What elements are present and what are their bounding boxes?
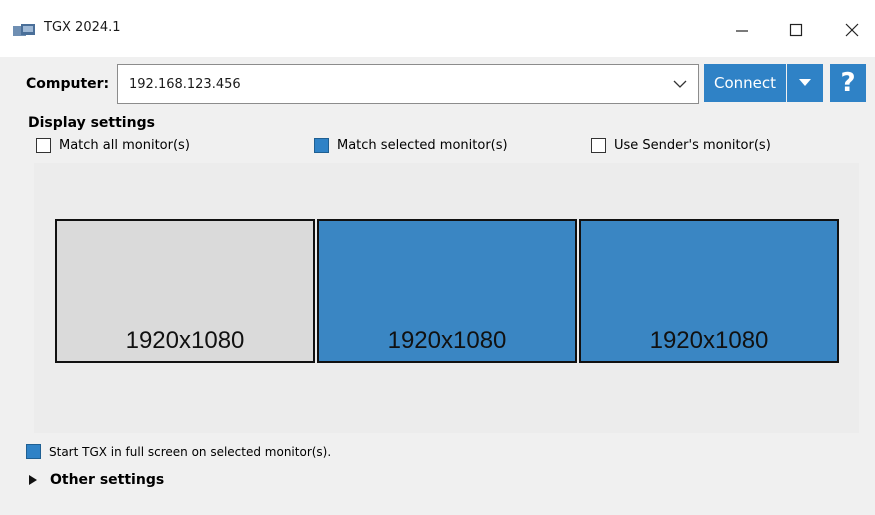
fullscreen-label: Start TGX in full screen on selected mon… (49, 444, 332, 459)
match-all-monitors-label: Match all monitor(s) (59, 137, 190, 153)
app-window: TGX 2024.1 Computer: 192.168.123.456 Con… (0, 0, 875, 515)
use-sender-monitors-checkbox[interactable] (591, 137, 606, 153)
window-title: TGX 2024.1 (44, 20, 121, 35)
title-bar[interactable]: TGX 2024.1 (0, 0, 875, 57)
minimize-button[interactable] (720, 12, 764, 48)
match-selected-monitors-checkbox[interactable] (314, 137, 329, 153)
other-settings-expander[interactable]: Other settings (28, 472, 164, 488)
use-sender-monitors-label: Use Sender's monitor(s) (614, 137, 771, 153)
match-all-monitors-option[interactable]: Match all monitor(s) (36, 136, 190, 154)
display-settings-title: Display settings (28, 115, 155, 131)
match-all-monitors-checkbox[interactable] (36, 137, 51, 153)
monitor-3[interactable]: 1920x1080 (579, 219, 839, 363)
help-icon: ? (840, 68, 856, 98)
close-icon (845, 23, 859, 37)
expand-triangle-icon (29, 475, 37, 485)
use-sender-monitors-option[interactable]: Use Sender's monitor(s) (591, 136, 771, 154)
computer-input[interactable]: 192.168.123.456 (129, 77, 241, 92)
computer-combobox[interactable]: 192.168.123.456 (117, 64, 699, 104)
monitor-1-resolution: 1920x1080 (125, 327, 245, 354)
caret-down-icon (799, 79, 811, 86)
monitor-3-resolution: 1920x1080 (649, 327, 769, 354)
help-button[interactable]: ? (830, 64, 866, 102)
chevron-down-icon[interactable] (673, 78, 687, 90)
maximize-button[interactable] (774, 12, 818, 48)
computer-label: Computer: (26, 76, 110, 92)
monitor-2[interactable]: 1920x1080 (317, 219, 577, 363)
tgx-app-icon (13, 24, 35, 36)
maximize-icon (789, 23, 803, 37)
match-selected-monitors-label: Match selected monitor(s) (337, 137, 508, 153)
connect-dropdown-button[interactable] (787, 64, 823, 102)
close-button[interactable] (830, 12, 874, 48)
monitor-2-resolution: 1920x1080 (387, 327, 507, 354)
connect-button-label: Connect (713, 74, 777, 92)
monitor-1[interactable]: 1920x1080 (55, 219, 315, 363)
other-settings-label: Other settings (50, 472, 165, 488)
fullscreen-checkbox[interactable] (26, 444, 41, 459)
connect-button[interactable]: Connect (704, 64, 786, 102)
minimize-icon (736, 30, 748, 32)
match-selected-monitors-option[interactable]: Match selected monitor(s) (314, 136, 508, 154)
fullscreen-option[interactable]: Start TGX in full screen on selected mon… (26, 444, 331, 459)
